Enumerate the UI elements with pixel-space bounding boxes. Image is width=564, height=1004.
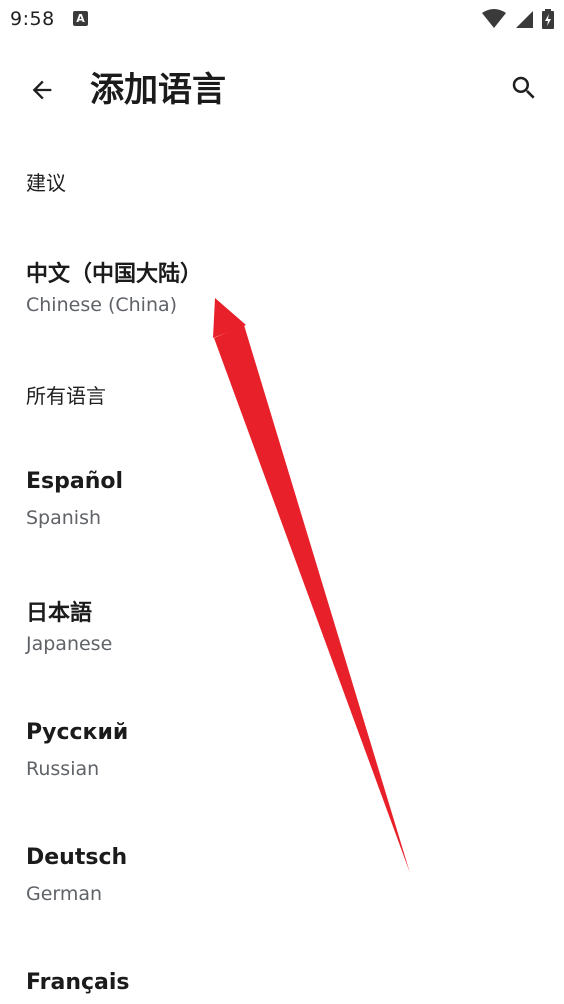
list-item[interactable]: Русский Russian — [0, 720, 564, 820]
status-icons — [482, 9, 554, 29]
list-item[interactable]: 中文（中国大陆） Chinese (China) — [0, 256, 564, 356]
item-secondary: Russian — [26, 758, 100, 780]
search-icon — [512, 76, 535, 99]
arrow-back-icon — [32, 80, 52, 100]
wifi-icon — [482, 9, 506, 28]
app-bar: 添加语言 — [0, 50, 564, 130]
status-bar: 9:58 A — [0, 0, 564, 38]
item-primary: Русский — [26, 720, 129, 745]
list-item[interactable]: 日本語 Japanese — [0, 595, 564, 695]
item-primary: Deutsch — [26, 845, 128, 870]
battery-icon — [542, 9, 554, 29]
item-primary: Español — [26, 469, 124, 494]
item-primary: Français — [26, 970, 130, 995]
item-primary: 中文（中国大陆） — [26, 262, 203, 287]
notification-icon: A — [73, 11, 88, 26]
item-secondary: Japanese — [26, 633, 113, 655]
section-header-suggested: 建议 — [26, 171, 66, 195]
list-item[interactable]: Deutsch German — [0, 845, 564, 945]
item-secondary: Chinese (China) — [26, 294, 178, 316]
item-secondary: German — [26, 883, 103, 905]
list-item[interactable]: Français — [0, 970, 564, 1004]
list-item[interactable]: Español Spanish — [0, 469, 564, 569]
section-header-all: 所有语言 — [26, 384, 106, 408]
item-primary: 日本語 — [26, 601, 93, 626]
back-button[interactable] — [18, 66, 66, 114]
page-title: 添加语言 — [90, 70, 226, 110]
status-time: 9:58 — [10, 8, 55, 30]
item-secondary: Spanish — [26, 507, 102, 529]
search-button[interactable] — [500, 64, 548, 112]
signal-icon — [516, 11, 533, 28]
